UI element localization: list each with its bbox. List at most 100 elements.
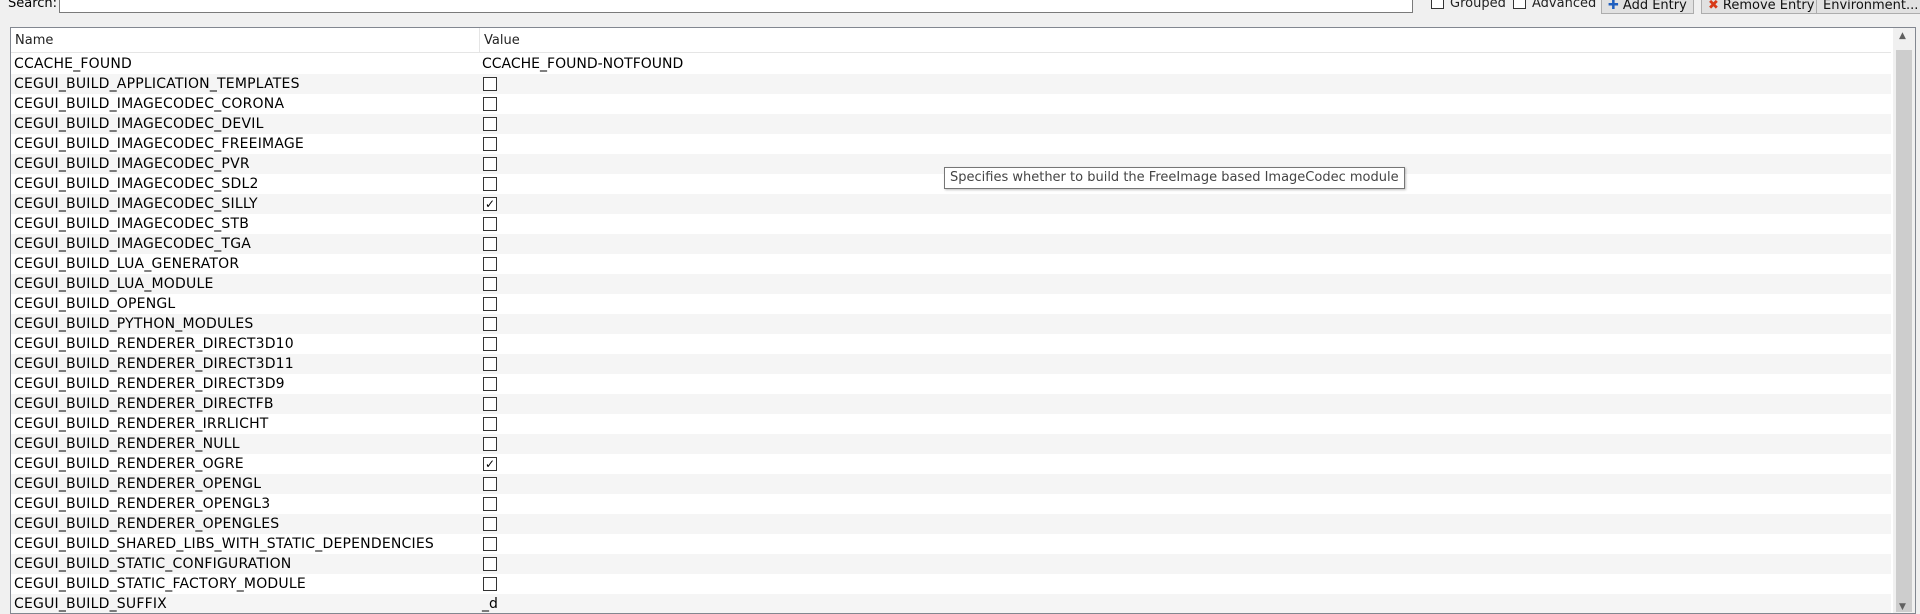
scroll-up-arrow-icon[interactable]: ▲ (1899, 31, 1906, 41)
entry-name: CEGUI_BUILD_RENDERER_DIRECT3D9 (14, 376, 285, 392)
value-checkbox[interactable] (483, 237, 497, 251)
remove-icon: ✖ (1708, 0, 1719, 13)
add-entry-button[interactable]: ✚ Add Entry (1601, 0, 1694, 14)
value-checkbox[interactable] (483, 397, 497, 411)
table-row[interactable]: CEGUI_BUILD_RENDERER_OPENGL (11, 474, 1891, 494)
value-checkbox[interactable] (483, 117, 497, 131)
entry-name: CEGUI_BUILD_SUFFIX (14, 596, 167, 612)
table-row[interactable]: CEGUI_BUILD_PYTHON_MODULES (11, 314, 1891, 334)
grouped-checkbox[interactable]: Grouped (1431, 0, 1506, 11)
table-row[interactable]: CEGUI_BUILD_RENDERER_DIRECTFB (11, 394, 1891, 414)
table-row[interactable]: CEGUI_BUILD_RENDERER_DIRECT3D11 (11, 354, 1891, 374)
table-row[interactable]: CEGUI_BUILD_RENDERER_OGRE ✓ (11, 454, 1891, 474)
entry-name: CEGUI_BUILD_IMAGECODEC_PVR (14, 156, 250, 172)
toolbar: Search: Grouped Advanced ✚ Add Entry ✖ Rem… (0, 0, 1920, 22)
table-row[interactable]: CEGUI_BUILD_RENDERER_OPENGLES (11, 514, 1891, 534)
value-checkbox[interactable] (483, 557, 497, 571)
table-row[interactable]: CEGUI_BUILD_STATIC_FACTORY_MODULE (11, 574, 1891, 594)
entry-name: CEGUI_BUILD_OPENGL (14, 296, 176, 312)
entry-name: CEGUI_BUILD_STATIC_FACTORY_MODULE (14, 576, 306, 592)
table-row[interactable]: CEGUI_BUILD_OPENGL (11, 294, 1891, 314)
value-checkbox[interactable] (483, 337, 497, 351)
table-row[interactable]: CEGUI_BUILD_IMAGECODEC_STB (11, 214, 1891, 234)
entry-name: CEGUI_BUILD_RENDERER_DIRECTFB (14, 396, 274, 412)
table-row[interactable]: CEGUI_BUILD_IMAGECODEC_DEVIL (11, 114, 1891, 134)
table-row[interactable]: CEGUI_BUILD_IMAGECODEC_FREEIMAGE (11, 134, 1891, 154)
value-checkbox[interactable] (483, 217, 497, 231)
plus-icon: ✚ (1608, 0, 1619, 13)
entry-name: CEGUI_BUILD_RENDERER_DIRECT3D10 (14, 336, 294, 352)
value-checkbox[interactable] (483, 177, 497, 191)
advanced-checkbox-box[interactable] (1513, 0, 1526, 9)
add-entry-label: Add Entry (1622, 0, 1687, 13)
value-checkbox[interactable] (483, 137, 497, 151)
entry-value[interactable]: _d (482, 594, 498, 613)
entry-name: CEGUI_BUILD_RENDERER_OGRE (14, 456, 244, 472)
value-checkbox[interactable] (483, 317, 497, 331)
table-row[interactable]: CCACHE_FOUND CCACHE_FOUND-NOTFOUND (11, 54, 1891, 74)
table-row[interactable]: CEGUI_BUILD_IMAGECODEC_TGA (11, 234, 1891, 254)
entry-name: CEGUI_BUILD_IMAGECODEC_SDL2 (14, 176, 259, 192)
entry-name: CEGUI_BUILD_IMAGECODEC_TGA (14, 236, 252, 252)
value-checkbox[interactable] (483, 517, 497, 531)
entry-name: CEGUI_BUILD_RENDERER_OPENGL3 (14, 496, 271, 512)
entry-name: CEGUI_BUILD_APPLICATION_TEMPLATES (14, 76, 300, 92)
entry-name: CEGUI_BUILD_LUA_MODULE (14, 276, 214, 292)
table-row[interactable]: CEGUI_BUILD_RENDERER_OPENGL3 (11, 494, 1891, 514)
value-checkbox[interactable] (483, 377, 497, 391)
value-checkbox[interactable] (483, 537, 497, 551)
value-checkbox[interactable] (483, 417, 497, 431)
advanced-checkbox[interactable]: Advanced (1513, 0, 1596, 11)
table-row[interactable]: CEGUI_BUILD_STATIC_CONFIGURATION (11, 554, 1891, 574)
environment-button[interactable]: Environment... (1816, 0, 1920, 14)
search-input[interactable] (59, 0, 1413, 13)
grouped-label: Grouped (1450, 0, 1506, 11)
value-checkbox[interactable] (483, 437, 497, 451)
table-row[interactable]: CEGUI_BUILD_IMAGECODEC_SILLY ✓ (11, 194, 1891, 214)
scroll-thumb[interactable] (1896, 50, 1912, 612)
value-checkbox[interactable] (483, 77, 497, 91)
table-header: Name Value (11, 28, 1891, 53)
table-row[interactable]: CEGUI_BUILD_APPLICATION_TEMPLATES (11, 74, 1891, 94)
table-row[interactable]: CEGUI_BUILD_LUA_GENERATOR (11, 254, 1891, 274)
entry-name: CEGUI_BUILD_IMAGECODEC_STB (14, 216, 250, 232)
entry-name: CCACHE_FOUND (14, 56, 133, 72)
name-column-header[interactable]: Name (15, 33, 53, 48)
value-checkbox[interactable] (483, 277, 497, 291)
scroll-down-arrow-icon[interactable]: ▼ (1899, 602, 1906, 612)
advanced-label: Advanced (1532, 0, 1597, 11)
table-row[interactable]: CEGUI_BUILD_LUA_MODULE (11, 274, 1891, 294)
entry-name: CEGUI_BUILD_IMAGECODEC_CORONA (14, 96, 285, 112)
value-checkbox[interactable] (483, 157, 497, 171)
table-row[interactable]: CEGUI_BUILD_RENDERER_DIRECT3D9 (11, 374, 1891, 394)
table-body: CCACHE_FOUND CCACHE_FOUND-NOTFOUND CEGUI_B… (11, 54, 1891, 613)
grouped-checkbox-box[interactable] (1431, 0, 1444, 9)
table-row[interactable]: CEGUI_BUILD_IMAGECODEC_CORONA (11, 94, 1891, 114)
value-checkbox[interactable] (483, 297, 497, 311)
value-checkbox[interactable] (483, 477, 497, 491)
column-divider[interactable] (479, 28, 480, 52)
table-row[interactable]: CEGUI_BUILD_RENDERER_DIRECT3D10 (11, 334, 1891, 354)
value-checkbox[interactable] (483, 97, 497, 111)
table-row[interactable]: CEGUI_BUILD_RENDERER_NULL (11, 434, 1891, 454)
remove-entry-label: Remove Entry (1722, 0, 1815, 13)
entry-name: CEGUI_BUILD_LUA_GENERATOR (14, 256, 240, 272)
environment-label: Environment... (1823, 0, 1919, 13)
entry-name: CEGUI_BUILD_RENDERER_NULL (14, 436, 240, 452)
vertical-scrollbar[interactable]: ▲ ▼ (1893, 28, 1915, 613)
value-checkbox[interactable] (483, 357, 497, 371)
entry-value[interactable]: CCACHE_FOUND-NOTFOUND (482, 54, 683, 74)
value-checkbox[interactable]: ✓ (483, 457, 497, 471)
value-checkbox[interactable] (483, 257, 497, 271)
value-checkbox[interactable]: ✓ (483, 197, 497, 211)
table-row[interactable]: CEGUI_BUILD_RENDERER_IRRLICHT (11, 414, 1891, 434)
remove-entry-button[interactable]: ✖ Remove Entry (1701, 0, 1822, 14)
cache-entries-table: Name Value CCACHE_FOUND CCACHE_FOUND-NOTF… (10, 27, 1916, 614)
entry-name: CEGUI_BUILD_RENDERER_IRRLICHT (14, 416, 269, 432)
table-row[interactable]: CEGUI_BUILD_SUFFIX _d (11, 594, 1891, 613)
value-column-header[interactable]: Value (484, 33, 520, 48)
entry-name: CEGUI_BUILD_IMAGECODEC_FREEIMAGE (14, 136, 304, 152)
value-checkbox[interactable] (483, 577, 497, 591)
table-row[interactable]: CEGUI_BUILD_SHARED_LIBS_WITH_STATIC_DEPE… (11, 534, 1891, 554)
value-checkbox[interactable] (483, 497, 497, 511)
